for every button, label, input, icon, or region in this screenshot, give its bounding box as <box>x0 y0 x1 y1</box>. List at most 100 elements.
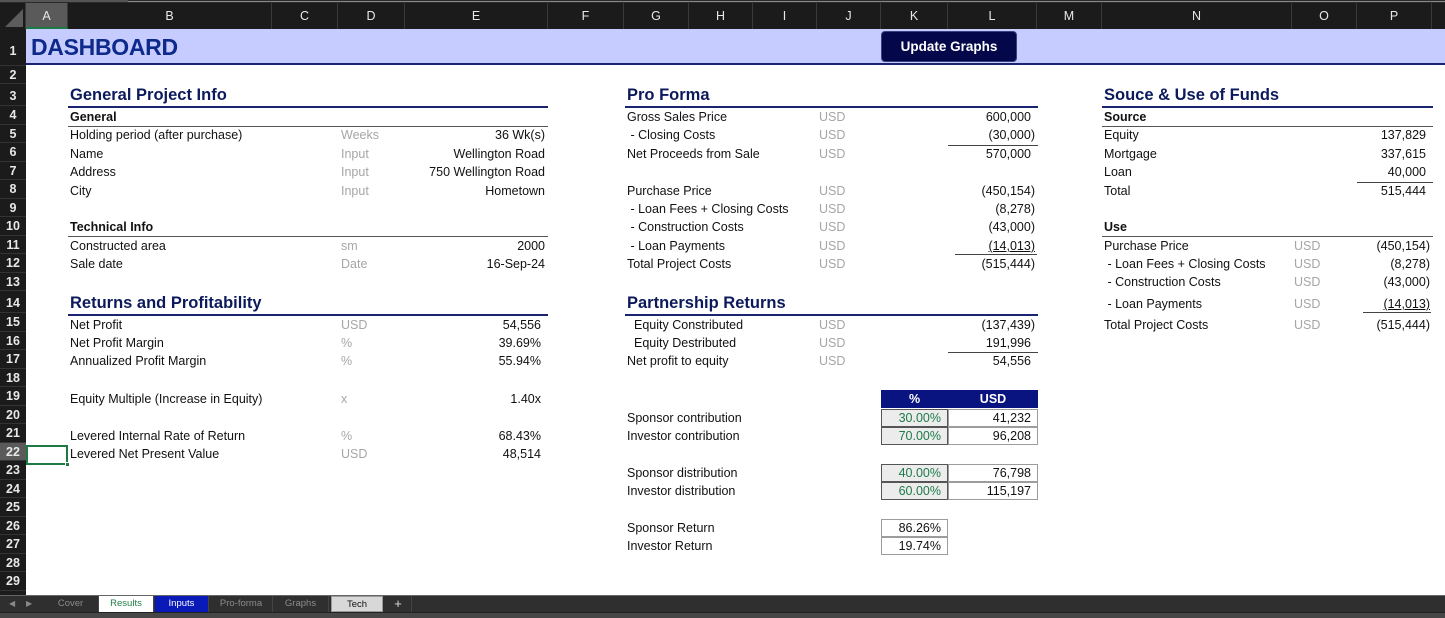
column-header-e[interactable]: E <box>405 3 548 29</box>
sale-date-value[interactable]: 16-Sep-24 <box>405 257 545 271</box>
row-header[interactable]: 14 <box>0 291 26 313</box>
sheet-tab-tech[interactable]: Tech <box>331 596 383 612</box>
row-unit: Input <box>341 184 369 198</box>
net-profit-value: 54,556 <box>502 318 541 332</box>
row-header[interactable]: 29 <box>0 572 26 591</box>
column-header-l[interactable]: L <box>948 3 1037 29</box>
row-header[interactable]: 21 <box>0 424 26 443</box>
row-unit: USD <box>819 239 846 253</box>
row-header[interactable]: 5 <box>0 125 26 143</box>
sheet-tab-pro-forma[interactable]: Pro-forma <box>210 596 273 612</box>
column-header-p[interactable]: P <box>1357 3 1432 29</box>
row-header[interactable]: 15 <box>0 313 26 332</box>
selected-cell-a22[interactable] <box>26 445 70 467</box>
row-unit: USD <box>819 318 846 332</box>
row-unit: USD <box>341 318 368 332</box>
fill-handle[interactable] <box>65 462 70 467</box>
row-header[interactable]: 12 <box>0 254 26 273</box>
row-header[interactable]: 19 <box>0 387 26 406</box>
sheet-tab-graphs[interactable]: Graphs <box>273 596 329 612</box>
row-header[interactable]: 16 <box>0 332 26 350</box>
row-header[interactable]: 13 <box>0 273 26 291</box>
mortgage-value: 337,615 <box>1380 147 1426 161</box>
row-header[interactable]: 8 <box>0 180 26 199</box>
row-unit: Input <box>341 147 369 161</box>
row-header[interactable]: 2 <box>0 66 26 84</box>
investor-return-value: 19.74% <box>881 537 948 555</box>
row-unit: USD <box>819 184 846 198</box>
city-value[interactable]: Hometown <box>405 184 545 198</box>
net-proceeds-value: 570,000 <box>985 147 1031 161</box>
column-header-bar: A B C D E F G H I J K L M N O P <box>0 3 1445 29</box>
equity-multiple-value: 1.40x <box>510 392 541 406</box>
row-header[interactable]: 11 <box>0 236 26 254</box>
sponsor-contribution-usd: 41,232 <box>948 409 1038 427</box>
address-value[interactable]: 750 Wellington Road <box>405 165 545 179</box>
row-header[interactable]: 10 <box>0 217 26 236</box>
column-header-k[interactable]: K <box>881 3 948 29</box>
update-graphs-button[interactable]: Update Graphs <box>881 31 1017 62</box>
sheet-tab-results[interactable]: Results <box>99 596 154 612</box>
column-header-b[interactable]: B <box>68 3 272 29</box>
row-unit: % <box>341 354 353 368</box>
net-profit-to-equity-value: 54,556 <box>992 354 1031 368</box>
investor-contribution-pct[interactable]: 70.00% <box>881 427 948 445</box>
row-header[interactable]: 20 <box>0 406 26 424</box>
row-header-bar: 1 2 3 4 5 6 7 8 9 10 11 12 13 14 15 16 1… <box>0 29 26 595</box>
row-header[interactable]: 1 <box>0 29 26 66</box>
row-unit: x <box>341 392 348 406</box>
page-title: DASHBOARD <box>31 34 178 60</box>
row-header[interactable]: 23 <box>0 461 26 480</box>
investor-distribution-pct[interactable]: 60.00% <box>881 482 948 500</box>
row-header[interactable]: 7 <box>0 162 26 180</box>
investor-contribution-usd: 96,208 <box>948 427 1038 445</box>
row-header-selected[interactable]: 22 <box>0 443 26 461</box>
row-header[interactable]: 9 <box>0 199 26 217</box>
row-header[interactable]: 17 <box>0 350 26 369</box>
holding-period-value[interactable]: 36 Wk(s) <box>405 128 545 142</box>
row-header[interactable]: 27 <box>0 535 26 554</box>
subsection-divider <box>68 126 548 127</box>
column-header-m[interactable]: M <box>1037 3 1102 29</box>
column-header-n[interactable]: N <box>1102 3 1292 29</box>
row-unit: % <box>341 429 353 443</box>
loan-fees-value: (8,278) <box>995 202 1035 216</box>
sponsor-distribution-pct[interactable]: 40.00% <box>881 464 948 482</box>
row-header[interactable]: 24 <box>0 480 26 498</box>
column-header-j[interactable]: J <box>817 3 881 29</box>
closing-costs-value: (30,000) <box>988 128 1035 142</box>
subsection-divider <box>1102 236 1433 237</box>
sheet-tab-inputs[interactable]: Inputs <box>155 596 209 612</box>
subsection-source: Source <box>1104 110 1147 124</box>
constructed-area-value[interactable]: 2000 <box>405 239 545 253</box>
row-header[interactable]: 6 <box>0 143 26 162</box>
total-underline <box>1363 312 1431 313</box>
sheet-tab-cover[interactable]: Cover <box>43 596 99 612</box>
row-label: Annualized Profit Margin <box>70 354 207 368</box>
select-all-corner[interactable] <box>0 3 26 29</box>
add-sheet-button[interactable]: + <box>385 596 412 612</box>
scroll-tabs-right-icon[interactable]: ▶ <box>26 596 32 612</box>
row-header[interactable]: 28 <box>0 554 26 572</box>
column-header-o[interactable]: O <box>1292 3 1357 29</box>
column-header-d[interactable]: D <box>338 3 405 29</box>
column-header-h[interactable]: H <box>689 3 753 29</box>
column-header-f[interactable]: F <box>548 3 624 29</box>
column-header-a[interactable]: A <box>26 3 68 29</box>
row-header[interactable]: 26 <box>0 517 26 535</box>
row-label: Sponsor Return <box>627 521 715 535</box>
row-label: Purchase Price <box>627 184 712 198</box>
row-header[interactable]: 25 <box>0 498 26 517</box>
row-unit: USD <box>819 147 846 161</box>
row-header[interactable]: 3 <box>0 84 26 106</box>
column-header-g[interactable]: G <box>624 3 689 29</box>
scroll-tabs-left-icon[interactable]: ◀ <box>9 596 15 612</box>
name-value[interactable]: Wellington Road <box>405 147 546 161</box>
row-label: - Construction Costs <box>1104 275 1221 289</box>
row-header[interactable]: 18 <box>0 369 26 387</box>
column-header-c[interactable]: C <box>272 3 338 29</box>
row-unit: USD <box>1294 257 1321 271</box>
column-header-i[interactable]: I <box>753 3 817 29</box>
row-header[interactable]: 4 <box>0 106 26 125</box>
sponsor-contribution-pct[interactable]: 30.00% <box>881 409 948 427</box>
